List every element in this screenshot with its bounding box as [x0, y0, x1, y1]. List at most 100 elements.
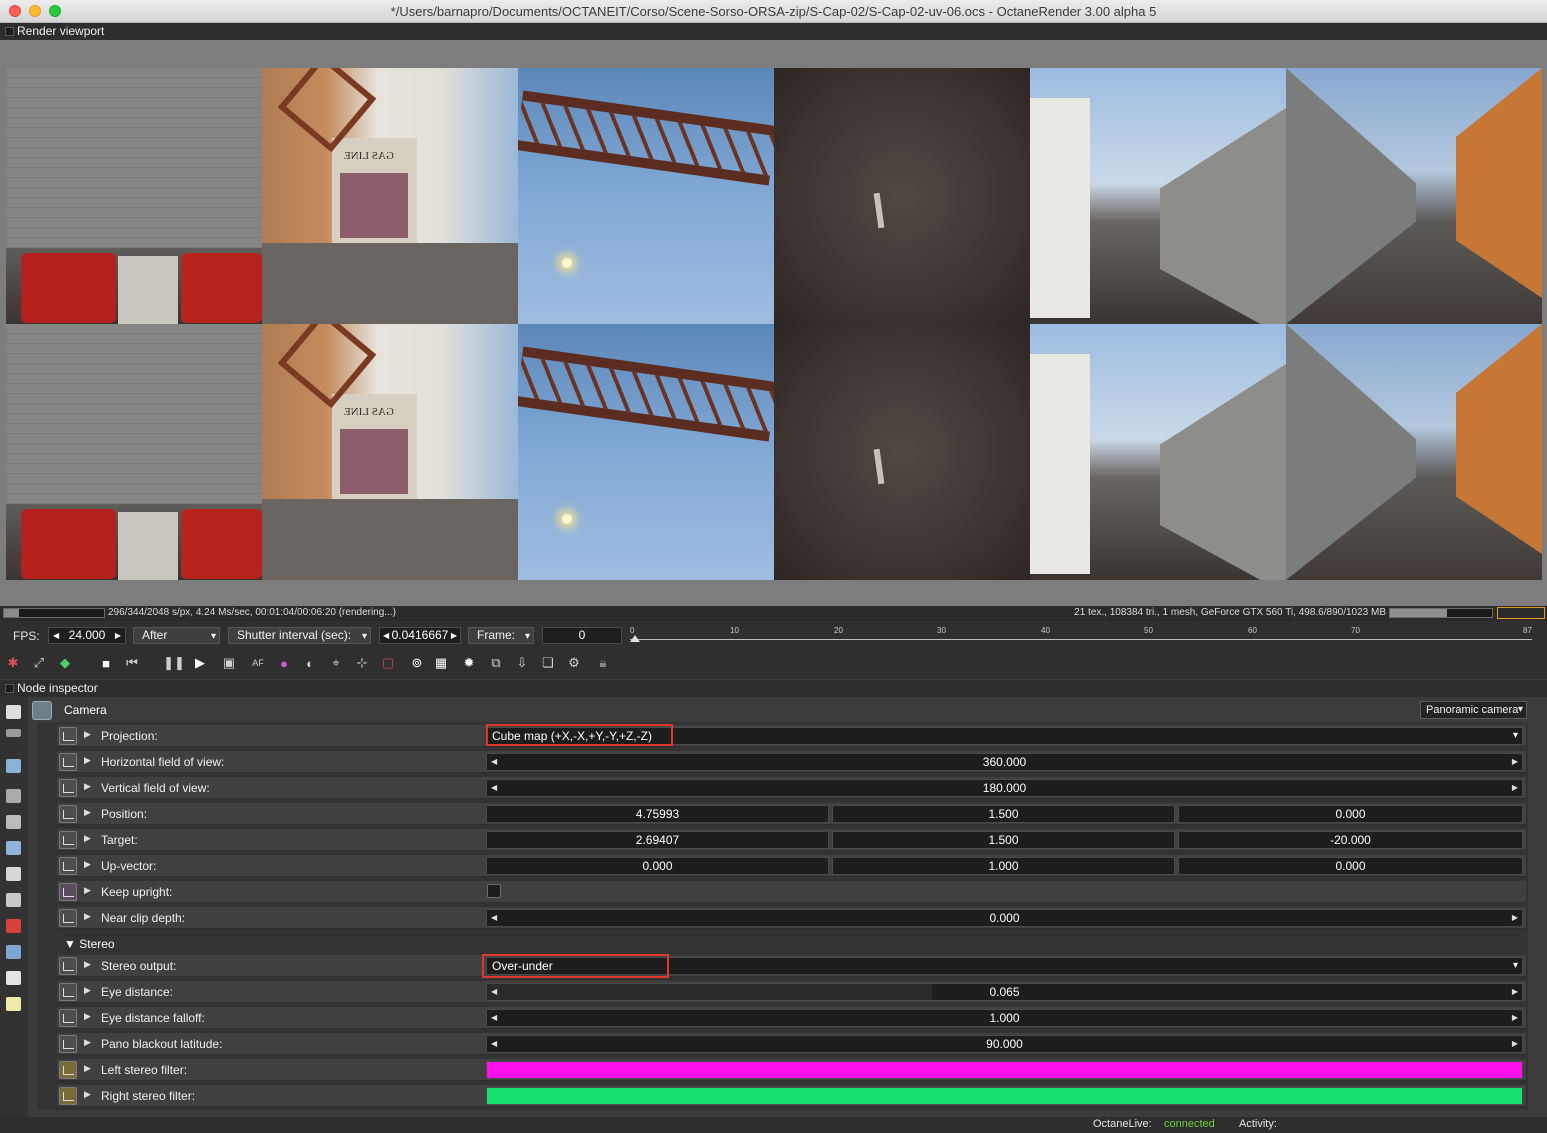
reset-camera-icon[interactable]: ✱ [4, 654, 22, 672]
expand-arrow-icon[interactable]: ▶ [84, 985, 91, 996]
target-z-input[interactable]: -20.000 [1178, 831, 1523, 849]
up-vector-z-input[interactable]: 0.000 [1178, 857, 1523, 875]
pano-blackout-slider[interactable]: ◀ 90.000 ▶ [486, 1035, 1523, 1053]
rgb-node-icon[interactable] [59, 1061, 77, 1079]
copy-icon[interactable]: ⧉ [487, 654, 505, 672]
color-cube-icon[interactable]: ◆ [56, 654, 74, 672]
rgb-node-icon[interactable] [59, 1087, 77, 1105]
float-node-icon[interactable] [59, 1035, 77, 1053]
shutter-interval-input[interactable]: ◀ 0.0416667 ▶ [379, 627, 461, 644]
target-y-input[interactable]: 1.500 [832, 831, 1175, 849]
float-node-icon[interactable] [59, 805, 77, 823]
focus-icon[interactable]: ⊚ [408, 654, 426, 672]
camera-icon[interactable] [32, 701, 52, 720]
sun-picker-icon[interactable]: ✹ [460, 654, 478, 672]
frame-input[interactable]: 0 [542, 627, 622, 644]
fps-input[interactable]: ◀ 24.000 ▶ [48, 627, 126, 644]
after-dropdown[interactable]: After [133, 627, 220, 644]
up-vector-x-input[interactable]: 0.000 [486, 857, 829, 875]
right-stereo-color-swatch[interactable] [486, 1087, 1523, 1105]
material-icon[interactable] [6, 867, 21, 881]
float-node-icon[interactable] [59, 909, 77, 927]
camera-type-dropdown[interactable]: Panoramic camera [1420, 701, 1527, 719]
timeline-ruler[interactable]: 0 10 20 30 40 50 60 70 87 [630, 626, 1532, 646]
position-z-input[interactable]: 0.000 [1178, 805, 1523, 823]
object-picker-icon[interactable]: ⊹ [353, 654, 371, 672]
texture-icon[interactable] [6, 893, 21, 907]
settings-icon[interactable]: ⚙ [565, 654, 583, 672]
position-x-input[interactable]: 4.75993 [486, 805, 829, 823]
crop-icon[interactable]: ▦ [432, 654, 450, 672]
camera-target-icon[interactable]: ⌖ [327, 654, 345, 672]
projection-dropdown[interactable]: Cube map (+X,-X,+Y,-Y,+Z,-Z) [486, 727, 1523, 745]
material-picker-icon[interactable]: ◐ [301, 654, 319, 672]
export-icon[interactable]: ⇩ [513, 654, 531, 672]
decrement-arrow-icon[interactable]: ◀ [383, 628, 389, 643]
expand-arrow-icon[interactable]: ▶ [84, 1089, 91, 1100]
stop-icon[interactable]: ■ [97, 654, 115, 672]
expand-arrow-icon[interactable]: ▶ [84, 885, 91, 896]
increment-arrow-icon[interactable]: ▶ [451, 628, 457, 643]
vertical-fov-slider[interactable]: ◀ 180.000 ▶ [486, 779, 1523, 797]
render-region-icon[interactable]: ▢ [379, 654, 397, 672]
horizontal-fov-slider[interactable]: ◀ 360.000 ▶ [486, 753, 1523, 771]
float-node-icon[interactable] [59, 831, 77, 849]
environment-icon[interactable] [6, 841, 21, 855]
panel-square-icon[interactable] [5, 684, 14, 693]
increment-arrow-icon[interactable]: ▶ [115, 628, 121, 643]
eye-distance-falloff-slider[interactable]: ◀ 1.000 ▶ [486, 1009, 1523, 1027]
expand-arrow-icon[interactable]: ▶ [84, 729, 91, 740]
list-icon[interactable] [6, 729, 21, 737]
shutter-interval-dropdown[interactable]: Shutter interval (sec): [228, 627, 371, 644]
expand-arrow-icon[interactable]: ▶ [84, 859, 91, 870]
position-y-input[interactable]: 1.500 [832, 805, 1175, 823]
expand-arrow-icon[interactable]: ▶ [84, 1037, 91, 1048]
keep-upright-checkbox[interactable] [487, 884, 501, 898]
decrement-arrow-icon[interactable]: ◀ [53, 628, 59, 643]
camera-icon[interactable] [6, 789, 21, 803]
expand-arrow-icon[interactable]: ▶ [84, 959, 91, 970]
lock-icon[interactable]: 🔒︎ [594, 654, 612, 672]
expand-arrow-icon[interactable]: ▶ [84, 781, 91, 792]
float-node-icon[interactable] [59, 753, 77, 771]
eye-distance-slider[interactable]: ◀ 0.065 ▶ [486, 983, 1523, 1001]
target-x-input[interactable]: 2.69407 [486, 831, 829, 849]
rewind-icon[interactable]: ⏮ [123, 654, 141, 672]
left-stereo-color-swatch[interactable] [486, 1061, 1523, 1079]
fit-view-icon[interactable]: ⤢ [30, 654, 48, 672]
expand-arrow-icon[interactable]: ▶ [84, 755, 91, 766]
light-icon[interactable] [6, 997, 21, 1011]
panel-square-icon[interactable] [5, 27, 14, 36]
playhead-marker[interactable] [630, 635, 640, 642]
float-node-icon[interactable] [59, 779, 77, 797]
float-node-icon[interactable] [59, 857, 77, 875]
stereo-output-dropdown[interactable]: Over-under [486, 957, 1523, 975]
bool-node-icon[interactable] [59, 883, 77, 901]
near-clip-slider[interactable]: ◀ 0.000 ▶ [486, 909, 1523, 927]
expand-arrow-icon[interactable]: ▶ [84, 1063, 91, 1074]
enum-node-icon[interactable] [59, 957, 77, 975]
up-vector-y-input[interactable]: 1.000 [832, 857, 1175, 875]
expand-arrow-icon[interactable]: ▶ [84, 911, 91, 922]
region-icon[interactable]: ▣ [220, 654, 238, 672]
geometry-icon[interactable] [6, 919, 21, 933]
layers-icon[interactable]: ❏ [539, 654, 557, 672]
layers-icon[interactable] [6, 945, 21, 959]
enum-node-icon[interactable] [59, 727, 77, 745]
af-icon[interactable]: AF [249, 654, 267, 672]
color-picker-icon[interactable]: ● [275, 654, 293, 672]
frame-dropdown[interactable]: Frame: [468, 627, 534, 644]
image-icon[interactable] [6, 759, 21, 773]
float-node-icon[interactable] [59, 1009, 77, 1027]
stereo-section-header[interactable]: ▼ Stereo [64, 937, 115, 951]
expand-arrow-icon[interactable]: ▶ [84, 807, 91, 818]
render-image[interactable]: GAS LINE GAS LINE [6, 68, 1542, 580]
expand-arrow-icon[interactable]: ▶ [84, 1011, 91, 1022]
float-node-icon[interactable] [59, 983, 77, 1001]
display-icon[interactable] [6, 815, 21, 829]
pause-icon[interactable]: ❚❚ [163, 654, 185, 672]
node-graph-icon[interactable] [6, 705, 21, 719]
expand-arrow-icon[interactable]: ▶ [84, 833, 91, 844]
play-icon[interactable]: ▶ [191, 654, 209, 672]
image-texture-icon[interactable] [6, 971, 21, 985]
